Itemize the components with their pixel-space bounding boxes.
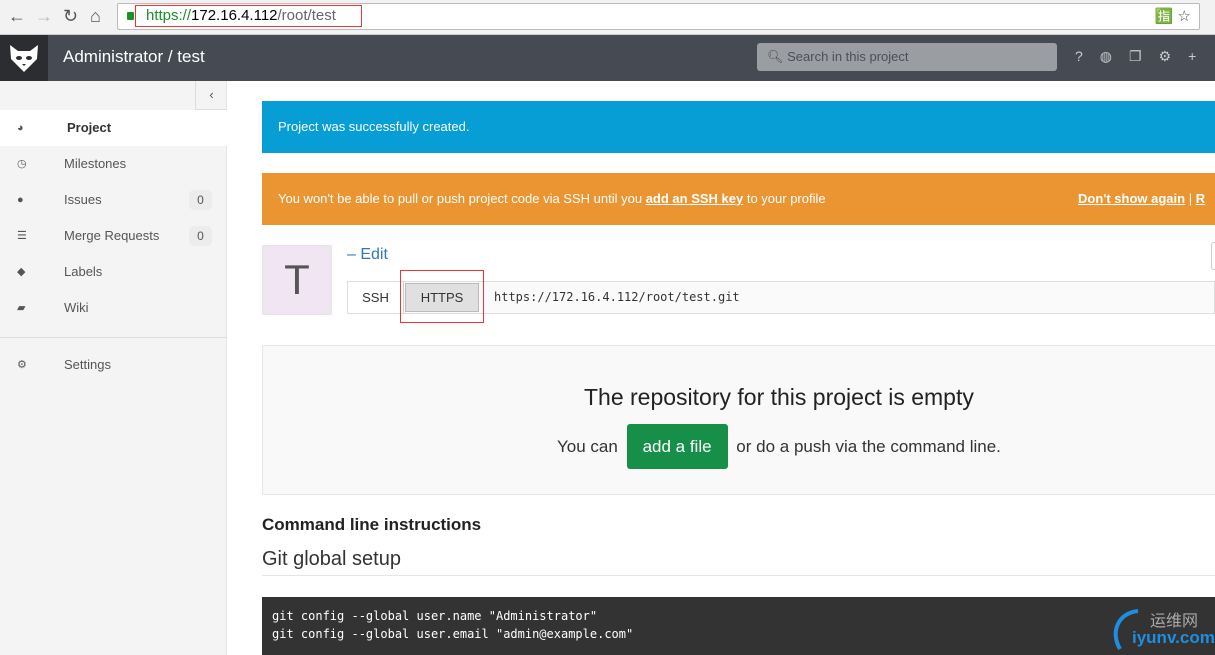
search-placeholder: Search in this project bbox=[787, 49, 909, 64]
sidebar-item-settings[interactable]: ⚙ Settings bbox=[0, 347, 227, 383]
admin-cogs-icon[interactable]: ⚙ bbox=[1159, 48, 1172, 65]
sidebar-divider bbox=[0, 337, 227, 338]
url-text[interactable]: https://172.16.4.112/root/test bbox=[135, 5, 362, 27]
warning-text-end: to your profile bbox=[743, 191, 826, 206]
snippets-icon[interactable]: ❐ bbox=[1129, 48, 1142, 65]
sidebar-item-labels[interactable]: ◆ Labels bbox=[0, 254, 227, 290]
url-scheme: https:// bbox=[146, 7, 192, 24]
project-avatar: T bbox=[262, 245, 332, 315]
sidebar-item-issues[interactable]: ● Issues 0 bbox=[0, 182, 227, 218]
merge-icon: ☰ bbox=[17, 230, 27, 242]
merge-requests-count-badge: 0 bbox=[189, 226, 212, 246]
bookmark-star-icon[interactable]: 🈯 ☆ bbox=[1155, 7, 1191, 25]
empty-text-pre: You can bbox=[557, 437, 618, 456]
cogs-icon: ⚙ bbox=[17, 359, 27, 371]
ssh-key-warning: You won't be able to pull or push projec… bbox=[262, 173, 1215, 225]
tags-icon: ◆ bbox=[17, 266, 26, 278]
clock-icon: ◷ bbox=[17, 158, 27, 170]
url-host: 172.16.4.112 bbox=[191, 7, 278, 24]
edit-project-link[interactable]: – Edit bbox=[347, 246, 388, 264]
sidebar-item-label: Settings bbox=[64, 357, 111, 372]
empty-text-post: or do a push via the command line. bbox=[736, 437, 1001, 456]
highlight-box bbox=[400, 270, 484, 323]
remind-later-link[interactable]: R bbox=[1196, 191, 1205, 206]
sidebar-item-wiki[interactable]: ▰ Wiki bbox=[0, 290, 227, 326]
gitlab-logo[interactable] bbox=[0, 35, 48, 81]
exclamation-icon: ● bbox=[17, 194, 24, 206]
sidebar: ‹ ◕ Project ◷ Milestones ● Issues 0 ☰ Merge R… bbox=[0, 81, 227, 655]
dashboard-icon: ◕ bbox=[17, 122, 24, 134]
sidebar-item-label: Issues bbox=[64, 192, 102, 207]
sidebar-item-merge-requests[interactable]: ☰ Merge Requests 0 bbox=[0, 218, 227, 254]
address-bar[interactable]: https://172.16.4.112/root/test 🈯 ☆ bbox=[117, 3, 1200, 30]
clone-url-input[interactable]: https://172.16.4.112/root/test.git bbox=[494, 290, 740, 304]
help-icon[interactable]: ? bbox=[1075, 48, 1083, 65]
ssh-button[interactable]: SSH bbox=[348, 282, 404, 313]
watermark-en: iyunv.com bbox=[1132, 628, 1215, 647]
cli-heading: Command line instructions bbox=[262, 515, 482, 534]
lock-icon bbox=[127, 12, 134, 20]
sidebar-item-label: Project bbox=[67, 120, 112, 135]
home-icon[interactable]: ⌂ bbox=[90, 6, 101, 27]
page-title: Administrator / test bbox=[63, 47, 205, 66]
reload-icon[interactable]: ↻ bbox=[63, 6, 78, 27]
code-block: git config --global user.name "Administr… bbox=[262, 597, 1215, 655]
empty-repo-panel: The repository for this project is empty… bbox=[262, 345, 1215, 495]
git-global-setup-heading: Git global setup bbox=[262, 548, 1215, 576]
back-icon[interactable]: ← bbox=[8, 6, 26, 27]
book-icon: ▰ bbox=[17, 302, 26, 314]
issues-count-badge: 0 bbox=[189, 190, 212, 210]
empty-repo-title: The repository for this project is empty bbox=[584, 384, 974, 410]
globe-icon[interactable]: ◍ bbox=[1100, 48, 1112, 65]
dont-show-again-link[interactable]: Don't show again bbox=[1078, 191, 1185, 206]
browser-toolbar: ← → ↻ ⌂ https://172.16.4.112/root/test 🈯… bbox=[0, 0, 1215, 35]
add-file-button[interactable]: add a file bbox=[626, 424, 728, 469]
top-navbar: Administrator / test 🔍︎ Search in this p… bbox=[0, 35, 1215, 81]
sidebar-item-project[interactable]: ◕ Project bbox=[0, 110, 227, 146]
sidebar-item-label: Labels bbox=[64, 264, 103, 279]
warning-text: You won't be able to pull or push projec… bbox=[278, 191, 646, 206]
plus-icon[interactable]: + bbox=[1188, 48, 1196, 65]
add-ssh-key-link[interactable]: add an SSH key bbox=[646, 191, 744, 206]
watermark-logo: 运维网 iyunv.com bbox=[1108, 607, 1215, 652]
success-alert: Project was successfully created. bbox=[262, 101, 1215, 153]
project-action-button[interactable] bbox=[1211, 242, 1215, 270]
sidebar-item-label: Milestones bbox=[64, 156, 127, 171]
search-input[interactable]: 🔍︎ Search in this project bbox=[757, 43, 1057, 71]
url-path: /root/test bbox=[277, 7, 336, 24]
collapse-sidebar-button[interactable]: ‹ bbox=[195, 81, 227, 110]
sidebar-item-label: Merge Requests bbox=[64, 228, 160, 243]
search-icon: 🔍︎ bbox=[767, 49, 788, 64]
sidebar-item-milestones[interactable]: ◷ Milestones bbox=[0, 146, 227, 182]
sidebar-item-label: Wiki bbox=[64, 300, 89, 315]
separator: | bbox=[1185, 191, 1196, 206]
forward-icon[interactable]: → bbox=[35, 6, 53, 27]
